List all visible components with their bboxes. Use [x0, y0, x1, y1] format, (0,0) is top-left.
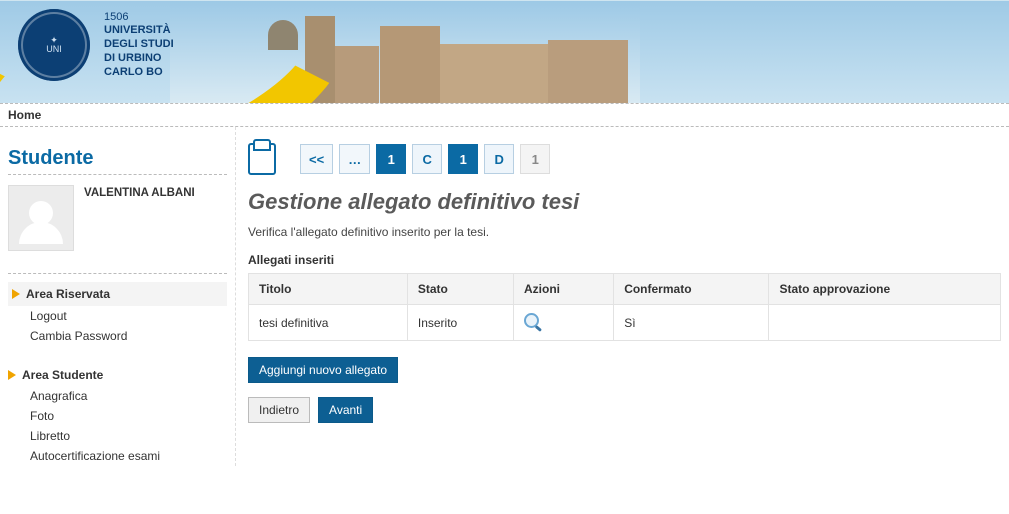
col-stato: Stato	[407, 274, 513, 305]
menu-head-area-studente[interactable]: Area Studente	[8, 364, 227, 386]
profile-name: VALENTINA ALBANI	[84, 185, 195, 199]
next-button[interactable]: Avanti	[318, 397, 373, 423]
main-content: << … 1 C 1 D 1 Gestione allegato definit…	[235, 127, 1009, 466]
magnifier-icon[interactable]	[524, 313, 540, 329]
menu-area-riservata: Area Riservata Logout Cambia Password	[8, 282, 227, 346]
profile-block: VALENTINA ALBANI	[8, 185, 227, 251]
cell-stato: Inserito	[407, 305, 513, 341]
wizard-step-1c: 1	[520, 144, 550, 174]
sidebar-item-cambia-password[interactable]: Cambia Password	[30, 326, 227, 346]
breadcrumb-home[interactable]: Home	[8, 108, 41, 122]
col-azioni: Azioni	[513, 274, 613, 305]
sidebar-title: Studente	[8, 147, 227, 175]
col-stato-approvazione: Stato approvazione	[769, 274, 1001, 305]
sidebar-item-libretto[interactable]: Libretto	[30, 426, 227, 446]
sidebar-item-logout[interactable]: Logout	[30, 306, 227, 326]
university-name: 1506 UNIVERSITÀ DEGLI STUDI DI URBINO CA…	[104, 11, 174, 80]
add-attachment-button[interactable]: Aggiungi nuovo allegato	[248, 357, 398, 383]
clipboard-icon	[248, 143, 276, 175]
breadcrumb: Home	[0, 103, 1009, 127]
menu-head-label: Area Studente	[22, 368, 103, 382]
col-confermato: Confermato	[614, 274, 769, 305]
menu-head-label: Area Riservata	[26, 287, 110, 301]
logo-block: ✦UNI 1506 UNIVERSITÀ DEGLI STUDI DI URBI…	[18, 9, 174, 81]
sidebar-item-autocertificazione[interactable]: Autocertificazione esami	[30, 446, 227, 466]
wizard-step-1b[interactable]: 1	[448, 144, 478, 174]
table-row: tesi definitiva Inserito Sì	[249, 305, 1001, 341]
wizard: << … 1 C 1 D 1	[248, 143, 1001, 175]
attachments-table: Titolo Stato Azioni Confermato Stato app…	[248, 273, 1001, 341]
page-description: Verifica l'allegato definitivo inserito …	[248, 225, 1001, 239]
cell-azioni	[513, 305, 613, 341]
col-titolo: Titolo	[249, 274, 408, 305]
cell-titolo: tesi definitiva	[249, 305, 408, 341]
wizard-step-c[interactable]: C	[412, 144, 442, 174]
wizard-back[interactable]: <<	[300, 144, 333, 174]
university-year: 1506	[104, 11, 174, 25]
wizard-step-1a[interactable]: 1	[376, 144, 406, 174]
cell-approvazione	[769, 305, 1001, 341]
university-seal-icon: ✦UNI	[18, 9, 90, 81]
table-header-row: Titolo Stato Azioni Confermato Stato app…	[249, 274, 1001, 305]
menu-head-area-riservata[interactable]: Area Riservata	[8, 282, 227, 306]
arrow-right-icon	[12, 289, 20, 299]
sidebar-item-foto[interactable]: Foto	[30, 406, 227, 426]
section-subtitle: Allegati inseriti	[248, 253, 1001, 267]
sidebar: Studente VALENTINA ALBANI Area Riservata…	[0, 127, 235, 466]
wizard-dots[interactable]: …	[339, 144, 370, 174]
back-button[interactable]: Indietro	[248, 397, 310, 423]
sidebar-item-anagrafica[interactable]: Anagrafica	[30, 386, 227, 406]
avatar	[8, 185, 74, 251]
cell-confermato: Sì	[614, 305, 769, 341]
arrow-right-icon	[8, 370, 16, 380]
wizard-step-d[interactable]: D	[484, 144, 514, 174]
page-title: Gestione allegato definitivo tesi	[248, 189, 1001, 215]
app-header: ✦UNI 1506 UNIVERSITÀ DEGLI STUDI DI URBI…	[0, 0, 1009, 103]
menu-area-studente: Area Studente Anagrafica Foto Libretto A…	[8, 364, 227, 466]
actions-row: Indietro Avanti	[248, 397, 1001, 423]
